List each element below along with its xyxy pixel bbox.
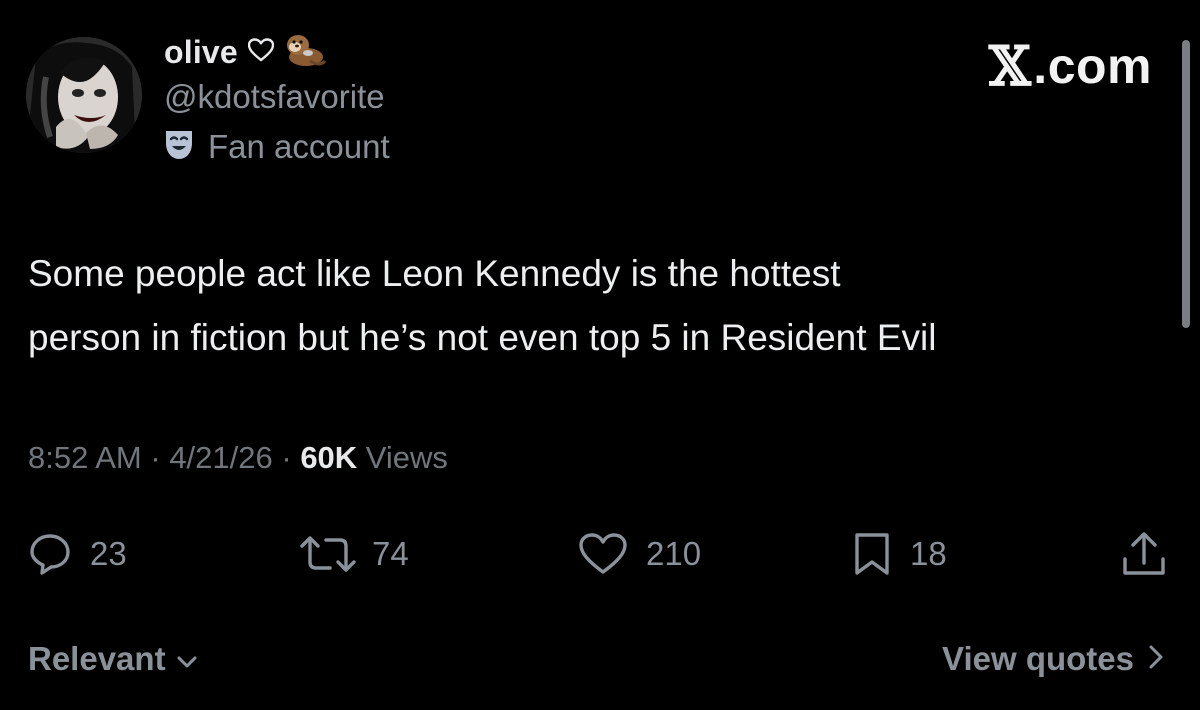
sort-label: Relevant xyxy=(28,640,166,677)
tweet-meta: 8:52 AM · 4/21/26 · 60K Views xyxy=(28,440,448,476)
reply-icon xyxy=(28,532,72,576)
tweet-date[interactable]: 4/21/26 xyxy=(169,440,272,476)
share-icon xyxy=(1120,529,1168,579)
like-count: 210 xyxy=(646,535,702,572)
tweet-text-line-1: Some people act like Leon Kennedy is the… xyxy=(28,253,841,294)
reply-count: 23 xyxy=(90,535,127,572)
avatar[interactable] xyxy=(26,37,142,153)
chevron-down-icon xyxy=(176,640,198,678)
meta-separator: · xyxy=(141,440,170,475)
author-handle[interactable]: @kdotsfavorite xyxy=(164,78,385,116)
avatar-photo xyxy=(26,37,142,153)
display-name[interactable]: olive xyxy=(164,34,238,71)
share-button[interactable] xyxy=(1120,526,1168,582)
heart-outline-icon xyxy=(247,37,275,67)
reply-button[interactable]: 23 xyxy=(28,526,127,582)
repost-icon xyxy=(296,532,360,576)
sort-replies-dropdown[interactable]: Relevant xyxy=(28,640,198,678)
tweet-time[interactable]: 8:52 AM xyxy=(28,440,142,476)
meta-separator: · xyxy=(272,440,301,475)
action-bar: 23 74 210 18 xyxy=(0,526,1200,582)
account-label[interactable]: Fan account xyxy=(164,128,390,166)
chevron-right-icon xyxy=(1148,640,1164,678)
author-name-row[interactable]: olive xyxy=(164,30,327,74)
tweet-text-line-2: person in fiction but he’s not even top … xyxy=(28,317,937,358)
account-label-text: Fan account xyxy=(208,128,390,165)
like-button[interactable]: 210 xyxy=(578,526,701,582)
views-label: Views xyxy=(357,440,448,475)
view-quotes-link[interactable]: View quotes xyxy=(942,640,1164,678)
views-count[interactable]: 60K xyxy=(300,440,357,476)
brand-watermark: 𝕏 .com xyxy=(989,34,1152,98)
scrollbar[interactable] xyxy=(1182,40,1190,328)
heart-icon xyxy=(578,532,628,576)
theater-mask-icon xyxy=(164,129,194,166)
brand-domain: .com xyxy=(1033,38,1152,94)
view-quotes-label: View quotes xyxy=(942,640,1134,677)
x-logo-icon: 𝕏 xyxy=(988,34,1032,98)
bookmark-count: 18 xyxy=(910,535,947,572)
repost-button[interactable]: 74 xyxy=(296,526,409,582)
otter-emoji-icon xyxy=(284,31,327,74)
bookmark-button[interactable]: 18 xyxy=(852,526,947,582)
repost-count: 74 xyxy=(372,535,409,572)
tweet-text: Some people act like Leon Kennedy is the… xyxy=(28,242,1178,370)
bookmark-icon xyxy=(852,531,892,577)
